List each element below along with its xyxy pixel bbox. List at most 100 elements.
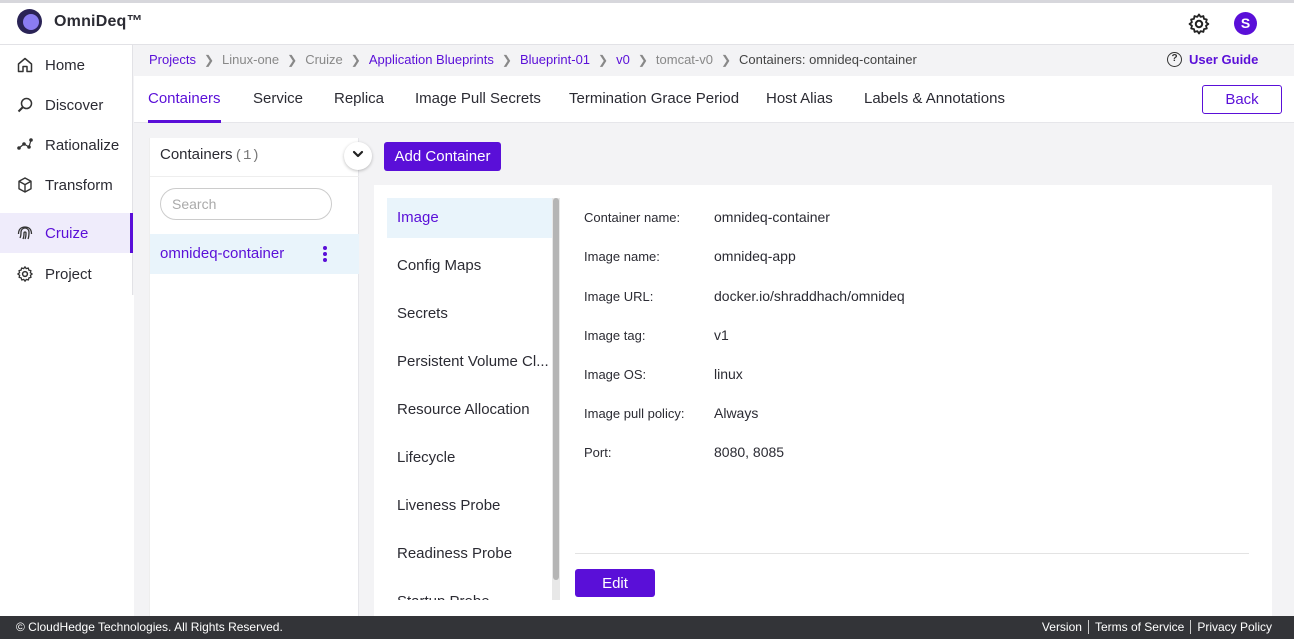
footer-link-privacy[interactable]: Privacy Policy — [1190, 620, 1278, 634]
active-tab-indicator — [148, 120, 221, 123]
containers-title-text: Containers — [160, 146, 233, 163]
subnav-scrollbar[interactable] — [552, 198, 560, 600]
field-value-port: 8080, 8085 — [714, 444, 785, 460]
footer-link-terms[interactable]: Terms of Service — [1087, 620, 1190, 634]
chevron-right-icon: ❯ — [287, 52, 298, 67]
search-input[interactable] — [160, 188, 332, 220]
container-detail-card: Image Config Maps Secrets Persistent Vol… — [374, 185, 1272, 616]
subnav-lifecycle[interactable]: Lifecycle — [387, 438, 553, 478]
subnav-image[interactable]: Image — [387, 198, 553, 238]
field-value-container-name: omnideq-container — [714, 209, 830, 225]
field-label-port: Port: — [584, 445, 612, 460]
discover-icon — [16, 96, 34, 114]
breadcrumb-blueprint[interactable]: Blueprint-01 — [520, 52, 590, 67]
field-label-image-os: Image OS: — [584, 367, 647, 382]
sidebar-item-label: Project — [45, 265, 92, 283]
fingerprint-icon — [16, 224, 34, 242]
subnav-readiness-probe[interactable]: Readiness Probe — [387, 534, 553, 574]
subnav-config-maps[interactable]: Config Maps — [387, 246, 553, 286]
chevron-down-icon — [351, 147, 365, 166]
tab-service[interactable]: Service — [253, 90, 303, 107]
sidebar-empty-area — [0, 295, 134, 616]
tab-termination-grace-period[interactable]: Termination Grace Period — [569, 90, 739, 107]
more-options-icon[interactable] — [322, 244, 328, 264]
subnav-persistent-volume-claims[interactable]: Persistent Volume Cl... — [387, 342, 553, 382]
field-label-image-tag: Image tag: — [584, 328, 646, 343]
top-bar: OmniDeq™ S — [0, 0, 1294, 45]
chevron-right-icon: ❯ — [720, 52, 732, 67]
subnav-resource-allocation[interactable]: Resource Allocation — [387, 390, 553, 430]
chevron-right-icon: ❯ — [501, 52, 512, 67]
sidebar-item-label: Home — [45, 56, 86, 74]
containers-list-panel: Containers(1) omnideq-container — [149, 138, 359, 616]
field-label-image-pull-policy: Image pull policy: — [584, 406, 685, 421]
sidebar: Home Discover Rationalize Transform Crui… — [0, 45, 133, 295]
omnideq-logo[interactable] — [17, 9, 42, 34]
cube-icon — [16, 176, 34, 194]
container-name-label: omnideq-container — [160, 245, 285, 262]
tab-image-pull-secrets[interactable]: Image Pull Secrets — [415, 90, 541, 107]
subnav-startup-probe[interactable]: Startup Probe — [387, 582, 553, 600]
rationalize-icon — [16, 136, 34, 154]
footer: © CloudHedge Technologies. All Rights Re… — [0, 616, 1294, 639]
home-icon — [16, 56, 34, 74]
subnav-liveness-probe[interactable]: Liveness Probe — [387, 486, 553, 526]
gear-icon — [16, 265, 34, 283]
tab-host-alias[interactable]: Host Alias — [766, 90, 833, 107]
sidebar-item-discover[interactable]: Discover — [0, 85, 133, 125]
sidebar-item-label: Cruize — [45, 224, 89, 242]
field-value-image-os: linux — [714, 366, 743, 382]
edit-button[interactable]: Edit — [575, 569, 655, 597]
tab-containers[interactable]: Containers — [148, 90, 221, 107]
settings-gear-icon[interactable] — [1187, 12, 1211, 36]
list-item[interactable]: omnideq-container — [150, 234, 359, 274]
tab-replica[interactable]: Replica — [334, 90, 384, 107]
sidebar-item-home[interactable]: Home — [0, 45, 133, 85]
sidebar-item-cruize[interactable]: Cruize — [0, 213, 133, 253]
tab-labels-annotations[interactable]: Labels & Annotations — [864, 90, 1005, 107]
breadcrumb-version[interactable]: v0 — [616, 52, 630, 67]
chevron-right-icon: ❯ — [350, 52, 361, 67]
sidebar-item-label: Discover — [45, 96, 104, 114]
copyright-text: © CloudHedge Technologies. All Rights Re… — [16, 620, 283, 634]
chevron-right-icon: ❯ — [203, 52, 215, 67]
field-label-image-name: Image name: — [584, 249, 660, 264]
breadcrumb-current: Containers: omnideq-container — [739, 52, 917, 67]
scrollbar-thumb[interactable] — [553, 198, 559, 580]
back-button[interactable]: Back — [1202, 85, 1282, 114]
containers-count: (1) — [234, 148, 260, 164]
subnav-secrets[interactable]: Secrets — [387, 294, 553, 334]
sidebar-item-transform[interactable]: Transform — [0, 165, 133, 205]
field-value-image-tag: v1 — [714, 327, 729, 343]
help-icon: ? — [1167, 52, 1182, 67]
breadcrumb-projects[interactable]: Projects — [149, 52, 196, 67]
breadcrumb-cruize: Cruize — [305, 52, 343, 67]
field-label-image-url: Image URL: — [584, 289, 654, 304]
breadcrumb-service: tomcat-v0 — [655, 52, 713, 67]
chevron-right-icon: ❯ — [637, 52, 648, 67]
tab-bar: Containers Service Replica Image Pull Se… — [134, 76, 1294, 123]
footer-links: Version Terms of Service Privacy Policy — [1036, 620, 1278, 634]
field-value-image-name: omnideq-app — [714, 248, 796, 264]
field-value-image-pull-policy: Always — [714, 405, 759, 421]
footer-link-version[interactable]: Version — [1036, 620, 1088, 634]
breadcrumb: Projects ❯ Linux-one ❯ Cruize ❯ Applicat… — [149, 52, 917, 67]
chevron-right-icon: ❯ — [598, 52, 609, 67]
detail-subnav: Image Config Maps Secrets Persistent Vol… — [387, 198, 559, 600]
sidebar-item-project[interactable]: Project — [0, 254, 133, 294]
breadcrumb-project-name: Linux-one — [222, 52, 280, 67]
sidebar-item-rationalize[interactable]: Rationalize — [0, 125, 133, 165]
breadcrumb-application-blueprints[interactable]: Application Blueprints — [369, 52, 494, 67]
collapse-panel-button[interactable] — [344, 142, 372, 170]
divider — [150, 176, 359, 177]
user-guide-link[interactable]: ? User Guide — [1167, 52, 1258, 67]
user-avatar[interactable]: S — [1234, 12, 1257, 35]
brand-name[interactable]: OmniDeq™ — [54, 13, 143, 31]
containers-list-title: Containers (1) — [160, 146, 260, 164]
field-label-container-name: Container name: — [584, 210, 681, 225]
sidebar-item-label: Rationalize — [45, 136, 120, 154]
add-container-button[interactable]: Add Container — [384, 142, 501, 171]
field-value-image-url: docker.io/shraddhach/omnideq — [714, 288, 905, 304]
divider — [575, 553, 1249, 554]
user-guide-label: User Guide — [1189, 52, 1259, 67]
